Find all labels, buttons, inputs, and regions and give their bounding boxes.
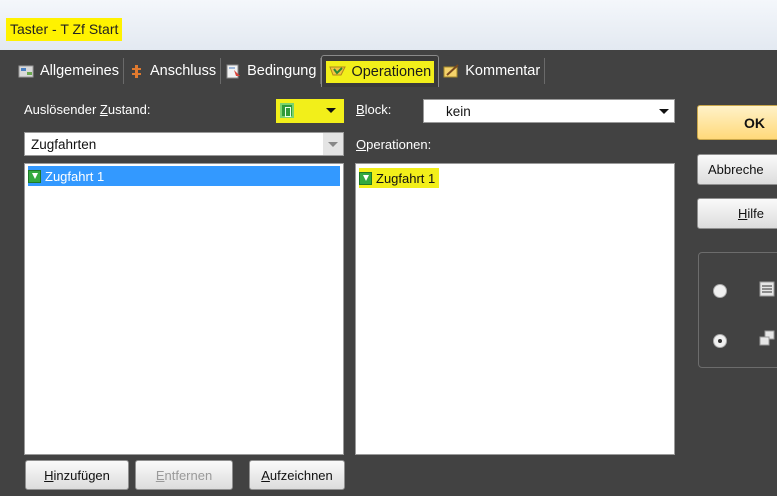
trigger-state-label: Auslösender Zustand:: [24, 102, 151, 117]
view-mode-group: [698, 252, 777, 368]
dialog-panel: Allgemeines Anschluss Bedingung Operatio…: [0, 50, 777, 496]
block-label: Block:: [356, 102, 392, 117]
tab-label: Anschluss: [150, 63, 217, 79]
record-button[interactable]: Aufzeichnen: [249, 460, 345, 490]
arrow-down-icon: [359, 171, 372, 185]
operations-icon: [329, 64, 347, 79]
state-icon: [280, 103, 294, 118]
tab-kommentar[interactable]: Kommentar: [439, 58, 546, 84]
tab-operationen[interactable]: Operationen: [321, 55, 440, 87]
trigger-state-dropdown[interactable]: [276, 99, 344, 123]
tab-label: Allgemeines: [40, 63, 119, 79]
chevron-down-icon: [326, 108, 336, 113]
chevron-down-icon: [323, 133, 343, 155]
cancel-button[interactable]: Abbreche: [697, 154, 777, 185]
operations-label: Operationen:: [356, 137, 432, 152]
tab-label: Operationen: [351, 63, 432, 80]
connector-icon: [128, 64, 145, 79]
ok-button[interactable]: OK: [697, 105, 777, 140]
add-button[interactable]: Hinzufügen: [25, 460, 129, 490]
comment-icon: [443, 63, 460, 79]
remove-button[interactable]: Entfernen: [135, 460, 233, 490]
settings-icon: [18, 64, 35, 79]
view-radio-list[interactable]: [713, 284, 727, 298]
list-item[interactable]: Zugfahrt 1: [359, 168, 440, 188]
category-value: Zugfahrten: [31, 137, 97, 152]
list-item[interactable]: Zugfahrt 1: [28, 166, 340, 186]
list-view-icon: [759, 281, 775, 297]
view-radio-tree[interactable]: [713, 334, 727, 348]
help-button[interactable]: Hilfe: [697, 198, 777, 229]
tab-bedingung[interactable]: Bedingung: [221, 58, 322, 84]
category-dropdown[interactable]: Zugfahrten: [24, 132, 344, 156]
tab-label: Bedingung: [247, 63, 317, 79]
window-title: Taster - T Zf Start: [6, 18, 123, 41]
tab-allgemeines[interactable]: Allgemeines: [14, 58, 124, 84]
tab-anschluss[interactable]: Anschluss: [124, 58, 222, 84]
trigger-list[interactable]: Zugfahrt 1: [24, 163, 344, 455]
tab-label: Kommentar: [465, 63, 541, 79]
chevron-down-icon: [654, 100, 674, 122]
block-value: kein: [446, 104, 471, 119]
title-bar: Taster - T Zf Start: [0, 0, 777, 50]
tab-strip: Allgemeines Anschluss Bedingung Operatio…: [14, 55, 546, 87]
arrow-down-icon: [28, 169, 41, 183]
block-dropdown[interactable]: kein: [423, 99, 675, 123]
condition-icon: [225, 64, 242, 79]
tree-view-icon: [759, 330, 775, 346]
operations-list[interactable]: Zugfahrt 1: [355, 163, 675, 455]
